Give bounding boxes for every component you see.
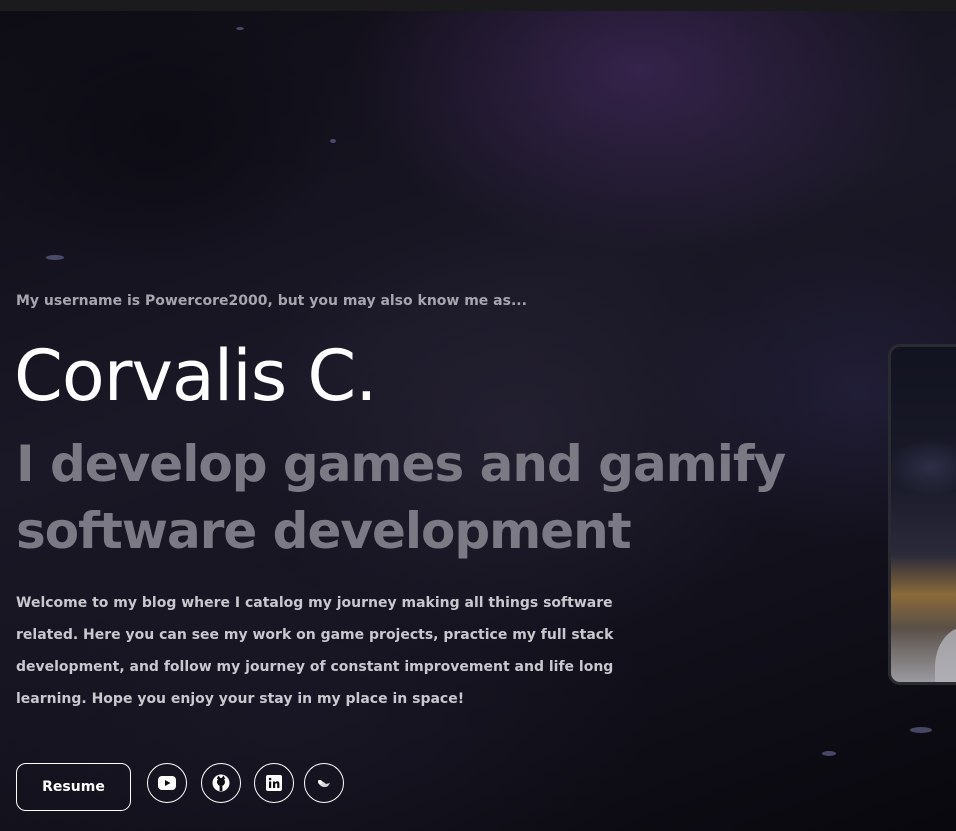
bird-icon xyxy=(316,777,332,789)
intro-text: My username is Powercore2000, but you ma… xyxy=(16,293,527,309)
tagline: I develop games and gamify software deve… xyxy=(16,435,786,560)
browser-top-bar xyxy=(0,0,956,11)
profile-photo-card xyxy=(888,344,956,685)
youtube-icon xyxy=(158,776,176,790)
background-speck xyxy=(910,727,932,733)
youtube-link[interactable] xyxy=(147,763,187,803)
resume-button[interactable]: Resume xyxy=(16,763,131,811)
background-speck xyxy=(46,255,64,260)
intro-paragraph: Welcome to my blog where I catalog my jo… xyxy=(16,595,614,707)
linkedin-link[interactable] xyxy=(254,763,294,803)
background-speck xyxy=(822,751,836,756)
profile-photo xyxy=(935,627,956,682)
background-speck xyxy=(330,139,336,143)
linkedin-icon xyxy=(266,775,282,791)
page-title: Corvalis C. xyxy=(14,335,378,417)
github-icon xyxy=(212,774,230,792)
background-speck xyxy=(236,27,244,30)
bird-link[interactable] xyxy=(304,763,344,803)
github-link[interactable] xyxy=(201,763,241,803)
